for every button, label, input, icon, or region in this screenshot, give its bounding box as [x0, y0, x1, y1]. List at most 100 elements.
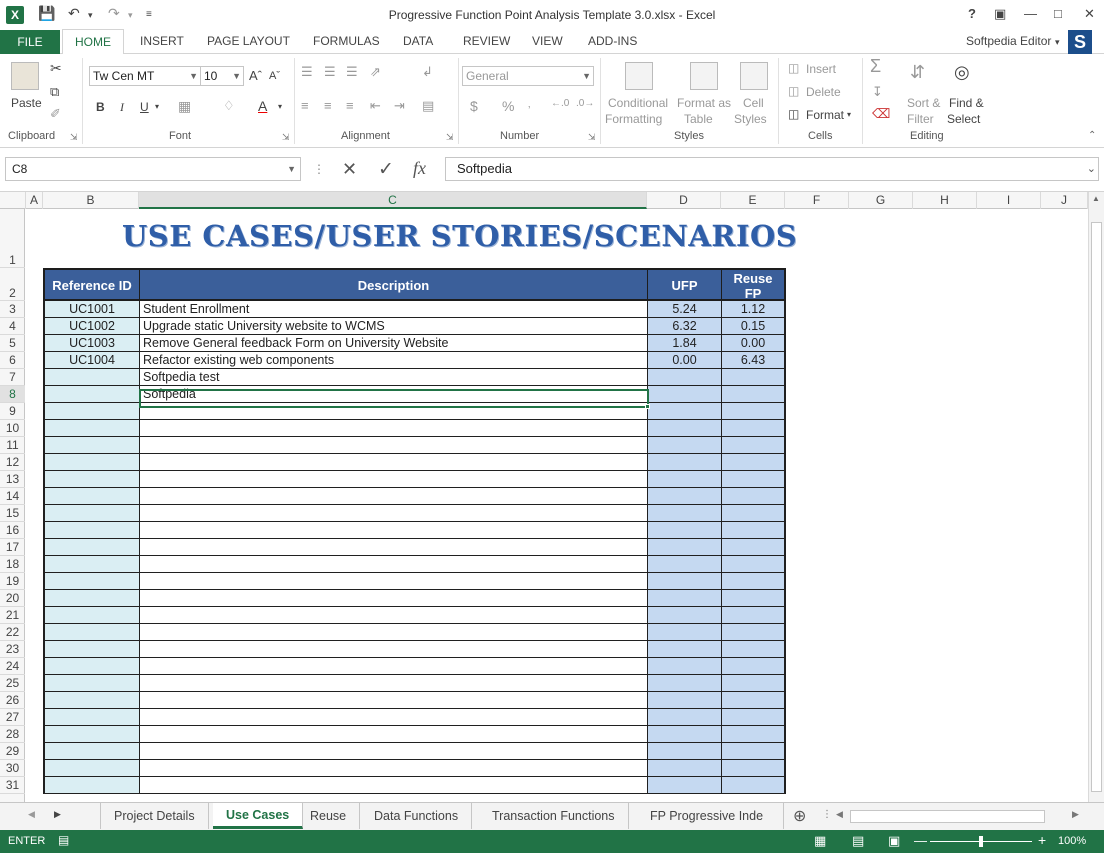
table-cell-ref[interactable]: [43, 454, 140, 471]
table-cell-desc[interactable]: [140, 488, 648, 505]
vertical-scrollbar[interactable]: ▲: [1088, 192, 1104, 802]
row-header[interactable]: 29: [0, 743, 25, 760]
tab-insert[interactable]: INSERT: [140, 34, 184, 48]
vertical-scroll-thumb[interactable]: [1091, 222, 1102, 792]
shrink-font-icon[interactable]: Aˇ: [269, 70, 280, 82]
table-cell-reuse[interactable]: 6.43: [722, 352, 786, 369]
column-header-c[interactable]: C: [139, 192, 647, 209]
comma-style-icon[interactable]: ‚: [528, 98, 530, 110]
table-cell-reuse[interactable]: [722, 590, 786, 607]
row-header[interactable]: 18: [0, 556, 25, 573]
row-header[interactable]: 31: [0, 777, 25, 794]
table-cell-desc[interactable]: [140, 658, 648, 675]
decrease-decimal-icon[interactable]: .0→: [576, 98, 594, 109]
table-cell-ufp[interactable]: [648, 743, 722, 760]
table-cell-ufp[interactable]: [648, 675, 722, 692]
number-launcher-icon[interactable]: ⇲: [588, 132, 596, 143]
table-cell-ufp[interactable]: [648, 488, 722, 505]
table-cell-ref[interactable]: UC1001: [43, 301, 140, 318]
row-header[interactable]: 26: [0, 692, 25, 709]
font-color-dropdown-icon[interactable]: ▾: [278, 102, 282, 111]
table-cell-desc[interactable]: Refactor existing web components: [140, 352, 648, 369]
table-cell-ufp[interactable]: [648, 369, 722, 386]
table-cell-ufp[interactable]: [648, 760, 722, 777]
cell-styles-label-1[interactable]: Cell: [743, 96, 764, 110]
clipboard-launcher-icon[interactable]: ⇲: [70, 132, 78, 143]
table-cell-reuse[interactable]: [722, 777, 786, 794]
font-size-combo[interactable]: 10 ▼: [200, 66, 244, 86]
row-header[interactable]: 28: [0, 726, 25, 743]
table-cell-ref[interactable]: [43, 607, 140, 624]
worksheet[interactable]: USE CASES/USER STORIES/SCENARIOS Referen…: [26, 209, 1086, 802]
delete-cells-icon[interactable]: ◫: [788, 84, 799, 98]
currency-button[interactable]: $: [470, 98, 478, 114]
font-name-combo[interactable]: Tw Cen MT ▼: [89, 66, 201, 86]
table-cell-ufp[interactable]: [648, 726, 722, 743]
paste-button[interactable]: Paste: [11, 96, 42, 110]
column-header-d[interactable]: D: [647, 192, 721, 209]
tab-view[interactable]: VIEW: [532, 34, 563, 48]
sheet-tab-reuse[interactable]: Reuse: [297, 803, 361, 829]
table-cell-ufp[interactable]: [648, 624, 722, 641]
confirm-entry-button[interactable]: ✓: [378, 158, 394, 181]
table-cell-reuse[interactable]: [722, 454, 786, 471]
fill-handle[interactable]: [645, 404, 650, 409]
table-cell-ufp[interactable]: [648, 522, 722, 539]
row-header[interactable]: 3: [0, 301, 25, 318]
row-header[interactable]: 21: [0, 607, 25, 624]
table-cell-desc[interactable]: Student Enrollment: [140, 301, 648, 318]
decrease-indent-icon[interactable]: ⇤: [370, 98, 381, 114]
table-cell-reuse[interactable]: [722, 743, 786, 760]
table-cell-reuse[interactable]: [722, 760, 786, 777]
table-cell-reuse[interactable]: [722, 573, 786, 590]
column-header-a[interactable]: A: [26, 192, 43, 209]
table-cell-reuse[interactable]: [722, 658, 786, 675]
row-header[interactable]: 1: [0, 209, 25, 268]
table-cell-ref[interactable]: UC1003: [43, 335, 140, 352]
table-cell-desc[interactable]: [140, 709, 648, 726]
zoom-slider-thumb[interactable]: [979, 836, 983, 847]
tab-add-ins[interactable]: ADD-INS: [588, 34, 637, 48]
table-cell-reuse[interactable]: [722, 437, 786, 454]
paste-icon[interactable]: [11, 62, 39, 90]
table-cell-desc[interactable]: [140, 454, 648, 471]
table-cell-ufp[interactable]: [648, 505, 722, 522]
table-cell-desc[interactable]: [140, 403, 648, 420]
format-painter-icon[interactable]: ✐: [50, 106, 61, 122]
table-cell-reuse[interactable]: [722, 675, 786, 692]
row-header[interactable]: 13: [0, 471, 25, 488]
row-header[interactable]: 25: [0, 675, 25, 692]
sheet-tab-use-cases[interactable]: Use Cases: [213, 803, 304, 829]
table-cell-desc[interactable]: Upgrade static University website to WCM…: [140, 318, 648, 335]
table-cell-reuse[interactable]: 1.12: [722, 301, 786, 318]
row-header[interactable]: 17: [0, 539, 25, 556]
table-cell-ref[interactable]: [43, 709, 140, 726]
table-cell-reuse[interactable]: [722, 488, 786, 505]
table-cell-ufp[interactable]: [648, 658, 722, 675]
table-cell-desc[interactable]: [140, 607, 648, 624]
macro-record-icon[interactable]: ▤: [58, 833, 69, 847]
conditional-formatting-label-1[interactable]: Conditional: [608, 96, 668, 110]
table-cell-ref[interactable]: [43, 573, 140, 590]
find-select-label-2[interactable]: Select: [947, 112, 980, 126]
sheet-tab-transaction-functions[interactable]: Transaction Functions: [479, 803, 629, 829]
table-cell-ref[interactable]: [43, 369, 140, 386]
format-as-table-icon[interactable]: [690, 62, 718, 90]
table-cell-reuse[interactable]: [722, 624, 786, 641]
table-cell-ref[interactable]: [43, 556, 140, 573]
table-cell-ufp[interactable]: [648, 777, 722, 794]
scroll-up-icon[interactable]: ▲: [1092, 194, 1100, 203]
fill-icon[interactable]: ↧: [872, 84, 883, 100]
table-cell-desc[interactable]: [140, 505, 648, 522]
column-header-j[interactable]: J: [1041, 192, 1088, 209]
wrap-text-icon[interactable]: ↲: [422, 64, 433, 80]
grow-font-icon[interactable]: Aˆ: [249, 68, 262, 83]
table-cell-ref[interactable]: [43, 539, 140, 556]
row-header[interactable]: 27: [0, 709, 25, 726]
table-cell-desc[interactable]: [140, 624, 648, 641]
table-cell-ref[interactable]: [43, 624, 140, 641]
zoom-in-icon[interactable]: +: [1038, 832, 1046, 848]
table-cell-desc[interactable]: [140, 743, 648, 760]
table-cell-reuse[interactable]: [722, 539, 786, 556]
sheet-tab-project-details[interactable]: Project Details: [101, 803, 209, 829]
